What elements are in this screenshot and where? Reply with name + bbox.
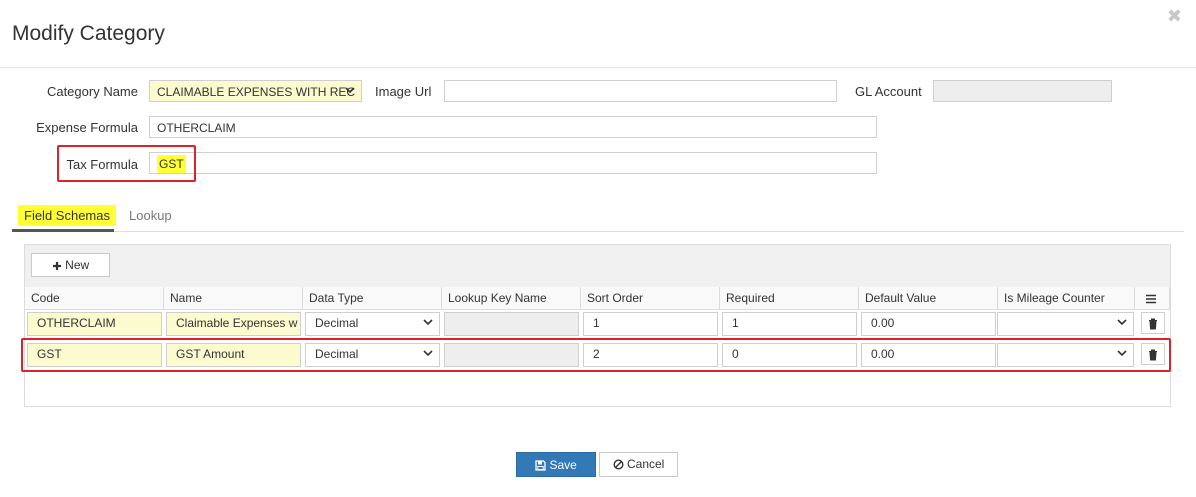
row1-data-type-value: Decimal <box>315 316 359 330</box>
row1-lookup-key <box>444 312 579 336</box>
tab-field-schemas[interactable]: Field Schemas <box>18 205 116 226</box>
header-divider <box>0 67 1196 68</box>
row1-data-type-select[interactable]: Decimal <box>305 312 440 336</box>
cancel-button-label: Cancel <box>626 457 665 471</box>
save-button-label: Save <box>549 458 577 472</box>
row1-delete-button[interactable] <box>1141 312 1165 334</box>
tabs-baseline <box>12 231 1184 232</box>
gl-account-input <box>933 80 1112 102</box>
menu-icon <box>1146 294 1156 304</box>
image-url-label: Image Url <box>375 84 432 99</box>
chevron-down-icon <box>423 319 433 326</box>
annotation-box-tax-formula <box>57 145 196 182</box>
new-button[interactable]: New <box>31 253 110 277</box>
column-header-default-value[interactable]: Default Value <box>859 287 998 310</box>
column-header-required[interactable]: Required <box>720 287 859 310</box>
column-menu-button[interactable] <box>1135 287 1170 310</box>
column-header-data-type[interactable]: Data Type <box>303 287 442 310</box>
new-button-label: New <box>65 258 90 272</box>
column-header-name[interactable]: Name <box>164 287 303 310</box>
row1-sort-order[interactable]: 1 <box>583 312 718 336</box>
active-tab-indicator <box>12 229 114 232</box>
grid-toolbar <box>25 245 1170 288</box>
category-name-value: CLAIMABLE EXPENSES WITH REC <box>157 85 356 99</box>
column-header-sort-order[interactable]: Sort Order <box>581 287 720 310</box>
chevron-down-icon <box>1117 319 1127 326</box>
row1-code[interactable]: OTHERCLAIM <box>27 312 162 336</box>
expense-formula-input[interactable]: OTHERCLAIM <box>149 116 877 138</box>
floppy-disk-icon <box>535 460 546 471</box>
column-header-code[interactable]: Code <box>25 287 164 310</box>
save-button[interactable]: Save <box>516 452 596 477</box>
annotation-box-gst-row <box>21 338 1171 372</box>
column-header-lookup-key-name[interactable]: Lookup Key Name <box>442 287 581 310</box>
tax-formula-input[interactable]: GST <box>149 152 877 174</box>
gl-account-label: GL Account <box>855 84 922 99</box>
ban-icon <box>613 459 624 470</box>
cancel-button[interactable]: Cancel <box>599 452 678 477</box>
close-icon[interactable]: ✖ <box>1167 6 1182 27</box>
trash-icon <box>1149 318 1157 330</box>
row1-default-value[interactable]: 0.00 <box>861 312 996 336</box>
dialog-title: Modify Category <box>12 22 165 45</box>
row1-mileage-select[interactable] <box>997 312 1134 336</box>
expense-formula-label: Expense Formula <box>36 120 138 135</box>
category-name-select[interactable]: CLAIMABLE EXPENSES WITH REC <box>149 80 362 102</box>
column-header-is-mileage-counter[interactable]: Is Mileage Counter <box>998 287 1135 310</box>
image-url-input[interactable] <box>444 80 837 102</box>
tab-lookup[interactable]: Lookup <box>123 205 178 226</box>
row1-name[interactable]: Claimable Expenses w <box>166 312 301 336</box>
row1-required[interactable]: 1 <box>722 312 857 336</box>
category-name-label: Category Name <box>46 84 138 99</box>
plus-icon <box>52 261 61 270</box>
chevron-down-icon <box>345 87 355 94</box>
